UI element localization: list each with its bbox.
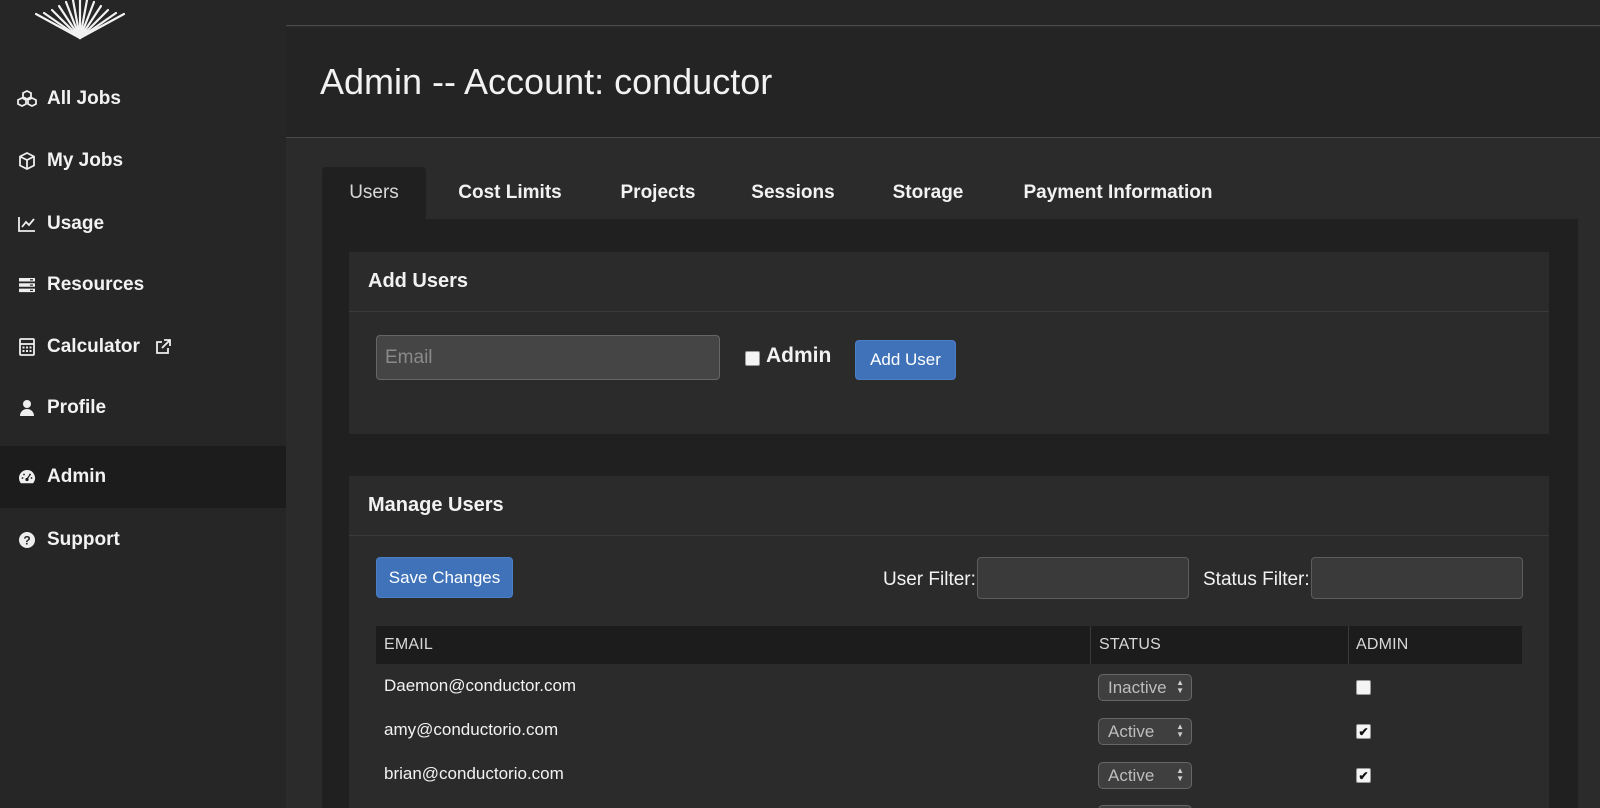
top-bar [286,0,1600,26]
sidebar-item-label: All Jobs [47,88,121,109]
status-select[interactable]: Active ▲ ▼ [1098,762,1192,789]
tab-sessions[interactable]: Sessions [748,167,838,219]
add-users-title: Add Users [349,252,1549,312]
question-circle-icon: ? [16,529,38,551]
tab-storage[interactable]: Storage [884,167,972,219]
cubes-icon [16,88,38,110]
user-email: Daemon@conductor.com [384,676,577,695]
admin-row-checkbox[interactable] [1356,680,1371,695]
column-header-admin[interactable]: ADMIN [1356,626,1409,664]
status-filter-input[interactable] [1311,557,1523,599]
sidebar-item-label: Usage [47,213,105,234]
line-chart-icon [16,213,38,235]
manage-users-title: Manage Users [349,476,1549,536]
external-link-icon [154,338,172,356]
sidebar-item-label: Calculator [47,336,140,357]
server-icon [16,274,38,296]
column-divider [1348,626,1349,664]
column-divider [1090,626,1091,664]
sidebar-item-profile[interactable]: Profile [0,377,286,439]
admin-checkbox-label: Admin [766,344,832,367]
column-header-email[interactable]: EMAIL [384,626,433,664]
admin-row-checkbox[interactable]: ✔ [1356,724,1371,739]
sidebar-item-resources[interactable]: Resources [0,254,286,316]
sidebar-item-admin[interactable]: Admin [0,446,286,508]
sidebar-item-my-jobs[interactable]: My Jobs [0,130,286,192]
select-arrows-icon: ▲ ▼ [1176,722,1184,739]
sidebar-item-support[interactable]: ? Support [0,509,286,571]
status-value: Active [1108,765,1155,785]
tab-projects[interactable]: Projects [610,167,706,219]
dashboard-icon [16,466,38,488]
calculator-icon [16,336,38,358]
status-select[interactable]: Inactive ▲ ▼ [1098,674,1192,701]
admin-checkbox[interactable] [745,351,760,366]
sidebar-item-label: My Jobs [47,150,124,171]
user-icon [16,397,38,419]
select-arrows-icon: ▲ ▼ [1176,766,1184,783]
status-value: Inactive [1108,677,1167,697]
check-icon: ✔ [1358,724,1369,739]
sidebar-item-label: Support [47,529,120,550]
user-email: amy@conductorio.com [384,720,559,739]
sidebar-item-label: Profile [47,397,107,418]
sidebar-item-label: Admin [47,466,107,487]
tab-cost-limits[interactable]: Cost Limits [452,167,568,219]
status-filter-label: Status Filter: [1203,569,1310,590]
status-select[interactable]: Active ▲ ▼ [1098,718,1192,745]
sidebar-item-label: Resources [47,274,145,295]
add-user-button[interactable]: Add User [855,340,956,380]
user-email: brian@conductorio.com [384,764,564,783]
user-filter-input[interactable] [977,557,1189,599]
sidebar-item-calculator[interactable]: Calculator [0,316,286,378]
admin-row-checkbox[interactable]: ✔ [1356,768,1371,783]
page-header: Admin -- Account: conductor [286,27,1600,138]
select-arrows-icon: ▲ ▼ [1176,678,1184,695]
sidebar: All Jobs My Jobs Usage Resources Calcula… [0,0,286,808]
sidebar-item-all-jobs[interactable]: All Jobs [0,68,286,130]
page-title: Admin -- Account: conductor [320,61,773,102]
email-input[interactable] [376,335,720,380]
conductor-logo [34,0,126,40]
tab-users[interactable]: Users [322,167,426,219]
cube-icon [16,150,38,172]
sidebar-item-usage[interactable]: Usage [0,193,286,255]
column-header-status[interactable]: STATUS [1099,626,1161,664]
user-filter-label: User Filter: [883,569,976,590]
status-value: Active [1108,721,1155,741]
users-table-header: EMAIL STATUS ADMIN [376,626,1522,664]
svg-text:?: ? [23,534,30,548]
check-icon: ✔ [1358,768,1369,783]
tab-payment-information[interactable]: Payment Information [1020,167,1216,219]
save-changes-button[interactable]: Save Changes [376,557,513,598]
